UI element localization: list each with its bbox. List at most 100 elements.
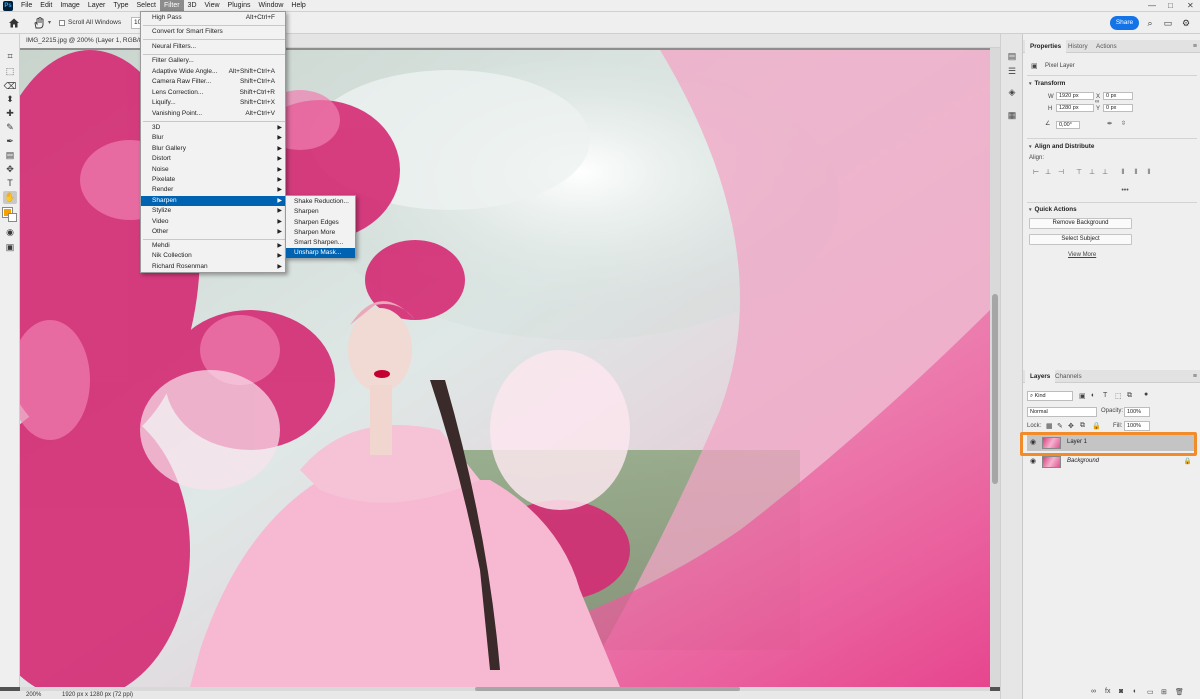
lock-position-icon[interactable]: ✥ xyxy=(1068,422,1074,430)
swatches-panel-icon[interactable]: ▦ xyxy=(1006,109,1018,121)
pen-tool-icon[interactable]: ✒ xyxy=(3,135,17,148)
menu-item-filter-gallery[interactable]: Filter Gallery... xyxy=(141,56,285,66)
panel-menu-icon[interactable]: ≡ xyxy=(1193,370,1197,383)
crop-tool-icon[interactable]: ⌗ xyxy=(3,50,17,63)
delete-layer-icon[interactable]: 🗑 xyxy=(1175,688,1184,696)
submenu-item-unsharp-mask[interactable]: Unsharp Mask... xyxy=(286,248,355,259)
menu-help[interactable]: Help xyxy=(287,0,309,12)
more-options-icon[interactable]: ••• xyxy=(1121,187,1129,195)
menu-file[interactable]: File xyxy=(17,0,36,12)
menu-window[interactable]: Window xyxy=(255,0,288,12)
filter-pixel-icon[interactable]: ▣ xyxy=(1079,392,1086,400)
move-tool-icon[interactable]: ✥ xyxy=(3,163,17,176)
menu-item-camera-raw[interactable]: Camera Raw Filter... Shift+Ctrl+A xyxy=(141,77,285,87)
distribute-left-icon[interactable]: ⫴ xyxy=(1119,169,1127,177)
settings-icon[interactable]: ⚙ xyxy=(1180,17,1192,29)
menu-item-distort[interactable]: Distort ▶ xyxy=(141,154,285,164)
align-top-icon[interactable]: ⊤ xyxy=(1075,169,1083,177)
submenu-item-sharpen-edges[interactable]: Sharpen Edges xyxy=(286,218,355,228)
type-tool-icon[interactable]: T xyxy=(3,177,17,190)
screen-mode-icon[interactable]: ▣ xyxy=(3,241,17,254)
menu-item-lens-correction[interactable]: Lens Correction... Shift+Ctrl+R xyxy=(141,88,285,98)
brush-tool-icon[interactable]: ✎ xyxy=(3,121,17,134)
submenu-item-sharpen-more[interactable]: Sharpen More xyxy=(286,228,355,238)
flip-horizontal-icon[interactable]: ⇹ xyxy=(1107,120,1112,127)
layer-filter-kind[interactable]: ⌕ Kind xyxy=(1027,391,1073,401)
menu-item-noise[interactable]: Noise ▶ xyxy=(141,165,285,175)
submenu-item-shake-reduction[interactable]: Shake Reduction... xyxy=(286,197,355,207)
tab-properties[interactable]: Properties xyxy=(1025,40,1067,53)
maximize-icon[interactable]: □ xyxy=(1168,0,1173,12)
new-group-icon[interactable]: ▭ xyxy=(1147,688,1154,696)
quick-actions-section-title[interactable]: ▾ Quick Actions xyxy=(1029,206,1077,213)
menu-item-sharpen[interactable]: Sharpen ▶ xyxy=(141,195,285,207)
fill-field[interactable]: 100% xyxy=(1124,421,1150,431)
lock-transparent-icon[interactable]: ▦ xyxy=(1046,422,1053,430)
menu-item-convert-smart-filters[interactable]: Convert for Smart Filters xyxy=(141,27,285,37)
menu-edit[interactable]: Edit xyxy=(36,0,56,12)
document-tab[interactable]: IMG_2215.jpg @ 200% (Layer 1, RGB/8#) xyxy=(20,34,155,48)
background-color-swatch[interactable] xyxy=(8,213,17,222)
menu-item-mehdi[interactable]: Mehdi ▶ xyxy=(141,241,285,251)
chevron-down-icon[interactable]: ▾ xyxy=(48,19,51,26)
menu-item-video[interactable]: Video ▶ xyxy=(141,217,285,227)
menu-item-blur[interactable]: Blur ▶ xyxy=(141,133,285,143)
y-field[interactable]: 0 px xyxy=(1103,104,1133,112)
menu-item-other[interactable]: Other ▶ xyxy=(141,227,285,237)
quick-mask-icon[interactable]: ◉ xyxy=(3,226,17,239)
layer-row-background[interactable]: ◉ Background 🔒 xyxy=(1027,454,1197,470)
workspace-icon[interactable]: ▭ xyxy=(1162,17,1174,29)
menu-filter[interactable]: Filter xyxy=(159,0,184,12)
search-icon[interactable]: ⌕ xyxy=(1144,17,1156,29)
share-button[interactable]: Share xyxy=(1110,16,1139,30)
panel-menu-icon[interactable]: ≡ xyxy=(1193,40,1197,53)
menu-layer[interactable]: Layer xyxy=(84,0,110,12)
remove-background-button[interactable]: Remove Background xyxy=(1029,218,1132,229)
scroll-all-checkbox[interactable] xyxy=(59,20,65,26)
layer-name[interactable]: Background xyxy=(1067,458,1099,464)
adjustments-panel-icon[interactable]: ☰ xyxy=(1006,65,1018,77)
view-more-link[interactable]: View More xyxy=(1068,252,1096,258)
distribute-center-icon[interactable]: ⫴ xyxy=(1132,169,1140,177)
x-field[interactable]: 0 px xyxy=(1103,92,1133,100)
marquee-tool-icon[interactable]: ⬚ xyxy=(3,65,17,78)
gradient-tool-icon[interactable]: ▤ xyxy=(3,149,17,162)
menu-item-liquify[interactable]: Liquify... Shift+Ctrl+X xyxy=(141,98,285,108)
menu-item-high-pass[interactable]: High Pass Alt+Ctrl+F xyxy=(141,13,285,23)
libraries-panel-icon[interactable]: ◈ xyxy=(1006,86,1018,98)
menu-item-stylize[interactable]: Stylize ▶ xyxy=(141,206,285,216)
menu-item-pixelate[interactable]: Pixelate ▶ xyxy=(141,175,285,185)
menu-item-richard-rosenman[interactable]: Richard Rosenman ▶ xyxy=(141,262,285,272)
hand-icon[interactable] xyxy=(32,16,46,30)
home-icon[interactable] xyxy=(8,17,20,29)
filter-shape-icon[interactable]: ⬚ xyxy=(1115,392,1122,400)
angle-field[interactable]: 0,00° xyxy=(1056,121,1080,129)
align-left-icon[interactable]: ⊢ xyxy=(1032,169,1040,177)
link-layers-icon[interactable]: ∞ xyxy=(1091,688,1096,695)
hand-tool-icon[interactable]: ✋ xyxy=(3,191,17,204)
align-right-icon[interactable]: ⊣ xyxy=(1057,169,1065,177)
menu-image[interactable]: Image xyxy=(56,0,83,12)
new-layer-icon[interactable]: ⊞ xyxy=(1161,688,1167,696)
menu-type[interactable]: Type xyxy=(109,0,132,12)
lock-pixels-icon[interactable]: ✎ xyxy=(1057,422,1063,430)
menu-item-3d[interactable]: 3D ▶ xyxy=(141,123,285,133)
distribute-right-icon[interactable]: ⫴ xyxy=(1145,169,1153,177)
close-icon[interactable]: ✕ xyxy=(1187,0,1194,12)
menu-item-render[interactable]: Render ▶ xyxy=(141,185,285,195)
menu-item-vanishing-point[interactable]: Vanishing Point... Alt+Ctrl+V xyxy=(141,109,285,119)
vertical-scrollbar[interactable] xyxy=(990,48,1000,687)
menu-item-neural-filters[interactable]: Neural Filters... xyxy=(141,42,285,52)
eraser-tool-icon[interactable]: ⌫ xyxy=(3,80,17,93)
align-vcenter-icon[interactable]: ⊥ xyxy=(1088,169,1096,177)
align-bottom-icon[interactable]: ⊥ xyxy=(1101,169,1109,177)
lock-all-icon[interactable]: 🔒 xyxy=(1092,422,1101,430)
menu-item-blur-gallery[interactable]: Blur Gallery ▶ xyxy=(141,144,285,154)
menu-plugins[interactable]: Plugins xyxy=(224,0,255,12)
filter-type-icon[interactable]: T xyxy=(1103,392,1107,399)
transform-section-title[interactable]: ▾ Transform xyxy=(1029,80,1065,87)
blend-mode-select[interactable]: Normal xyxy=(1027,407,1097,417)
healing-tool-icon[interactable]: ✚ xyxy=(3,107,17,120)
submenu-item-sharpen[interactable]: Sharpen xyxy=(286,207,355,217)
align-hcenter-icon[interactable]: ⊥ xyxy=(1044,169,1052,177)
